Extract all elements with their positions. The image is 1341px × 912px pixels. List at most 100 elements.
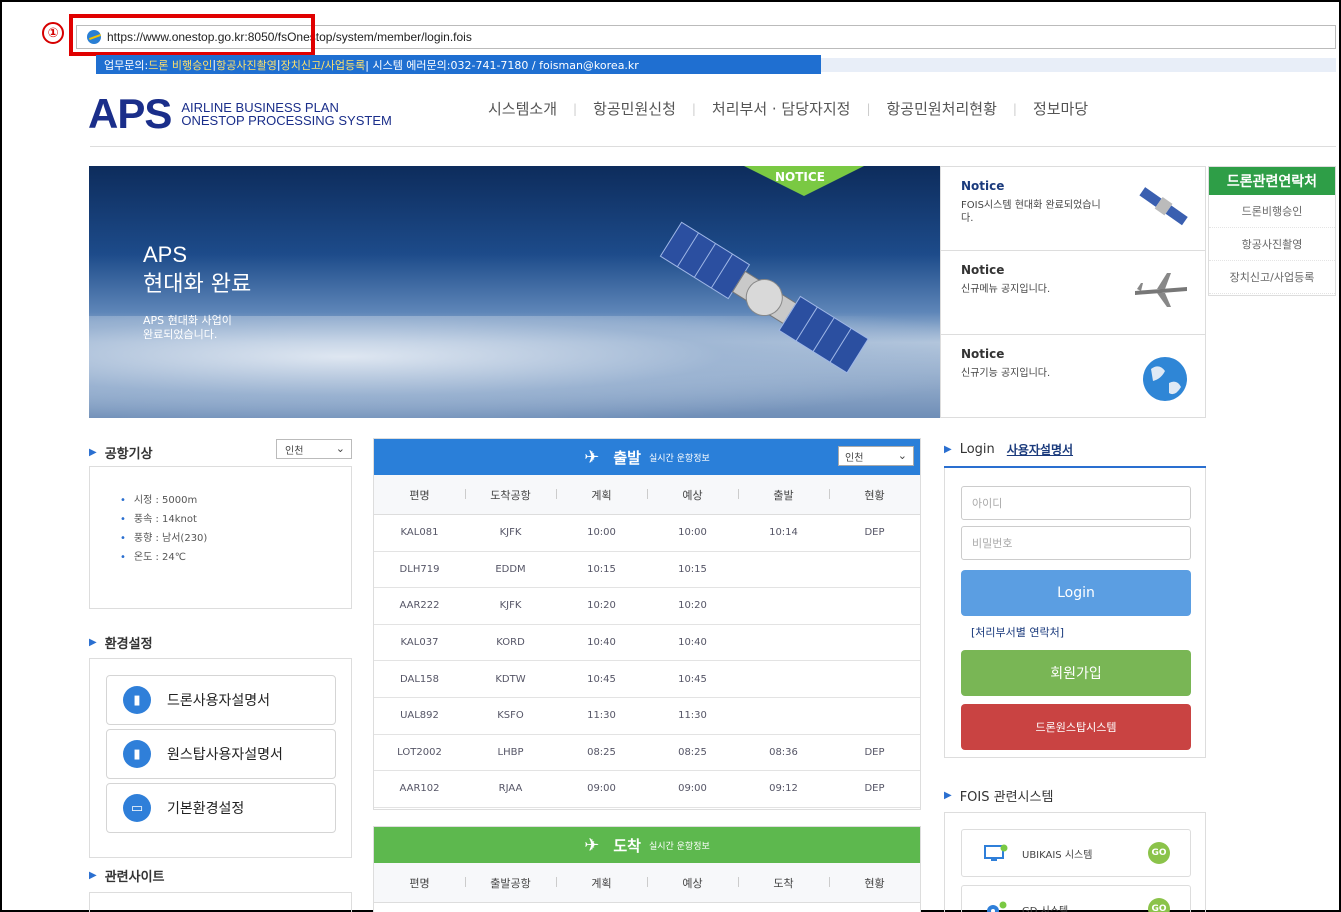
info-link-drone[interactable]: 드론 비행승인 [148, 57, 212, 73]
related-sites-title: ▶ 관련사이트 [89, 866, 165, 885]
column-header: 도착공항 [465, 487, 556, 503]
nav-item-dept[interactable]: 처리부서 · 담당자지정 [712, 98, 851, 119]
env-title-label: 환경설정 [104, 637, 153, 652]
login-title-label: Login [959, 442, 995, 457]
default-settings-button[interactable]: ▭ 기본환경설정 [106, 783, 336, 833]
arrow-right-icon: ▶ [944, 444, 952, 455]
table-cell: 10:40 [678, 637, 707, 649]
airplane-icon [1135, 273, 1187, 307]
column-header: 출발 [738, 487, 829, 503]
table-cell: 10:15 [587, 563, 616, 575]
table-cell: DEP [864, 783, 885, 795]
table-row: DLH719 EDDM 10:15 10:15 [374, 552, 920, 589]
table-cell: KORD [496, 637, 525, 649]
weather-box: 시정 : 5000m 풍속 : 14knot 풍향 : 남서(230) 온도 :… [89, 466, 352, 609]
weather-airport-select[interactable]: 인천 ⌄ [276, 439, 352, 459]
monitor-icon: ▭ [123, 794, 151, 822]
table-cell: 09:00 [587, 783, 616, 795]
drone-contact-item[interactable]: 장치신고/사업등록 [1209, 261, 1335, 294]
nav-separator: | [691, 101, 696, 116]
column-header: 예상 [647, 487, 738, 503]
info-rest: | 시스템 에러문의:032-741-7180 / foisman@korea.… [365, 58, 639, 72]
table-cell: KDTW [495, 673, 526, 685]
user-manual-link[interactable]: 사용자설명서 [1007, 441, 1073, 458]
weather-item: 온도 : 24℃ [120, 548, 351, 567]
notice-item[interactable]: Notice 신규메뉴 공지입니다. [941, 251, 1205, 335]
notice-text: 신규메뉴 공지입니다. [961, 284, 1051, 295]
table-row: UAL892 KSFO 11:30 11:30 [374, 698, 920, 735]
table-cell: 10:15 [678, 563, 707, 575]
departure-airport-select[interactable]: 인천 ⌄ [838, 446, 914, 466]
nav-item-info[interactable]: 정보마당 [1033, 98, 1088, 119]
table-cell: 09:00 [678, 783, 707, 795]
table-cell: UAL892 [400, 710, 439, 722]
fois-item-ubikais[interactable]: UBIKAIS 시스템 GO [961, 829, 1191, 877]
column-header: 계획 [556, 875, 647, 891]
nav-item-status[interactable]: 항공민원처리현황 [886, 98, 996, 119]
header-divider [90, 146, 1336, 147]
onestop-manual-button[interactable]: ▮ 원스탑사용자설명서 [106, 729, 336, 779]
notice-item[interactable]: Notice FOIS시스템 현대화 완료되었습니다. [941, 167, 1205, 251]
info-strip-bg [821, 58, 1336, 72]
dept-contact-link[interactable]: [처리부서별 연락처] [971, 624, 1064, 640]
id-input[interactable]: 아이디 [961, 486, 1191, 520]
main-banner[interactable]: APS 현대화 완료 APS 현대화 사업이 완료되었습니다. NOTICE [89, 166, 940, 418]
arrival-panel: ✈ 도착 실시간 운항정보 편명 출발공항 계획 예상 도착 현황 [373, 826, 921, 912]
column-header: 편명 [409, 876, 430, 890]
info-link-aerial[interactable]: 항공사진촬영 [216, 57, 277, 73]
drone-manual-button[interactable]: ▮ 드론사용자설명서 [106, 675, 336, 725]
table-cell: 10:45 [587, 673, 616, 685]
nav-item-system-intro[interactable]: 시스템소개 [488, 98, 557, 119]
gear-icon [984, 900, 1008, 912]
weather-item: 풍속 : 14knot [120, 510, 351, 529]
related-sites-box [89, 892, 352, 912]
login-box: 아이디 비밀번호 Login [처리부서별 연락처] 회원가입 드론원스탑시스템 [944, 468, 1206, 758]
satellite-icon [1139, 187, 1188, 226]
column-header: 도착 [738, 875, 829, 891]
banner-desc-line2: 완료되었습니다. [143, 328, 218, 341]
table-cell: 08:25 [678, 746, 707, 758]
info-link-device[interactable]: 장치신고/사업등록 [281, 57, 366, 73]
login-button[interactable]: Login [961, 570, 1191, 616]
go-button[interactable]: GO [1148, 842, 1170, 864]
notice-item[interactable]: Notice 신규기능 공지입니다. [941, 335, 1205, 419]
drone-contact-item[interactable]: 항공사진촬영 [1209, 228, 1335, 261]
table-cell: LOT2002 [397, 746, 442, 758]
table-cell: 09:12 [769, 783, 798, 795]
env-box: ▮ 드론사용자설명서 ▮ 원스탑사용자설명서 ▭ 기본환경설정 [89, 658, 352, 858]
table-cell: 10:20 [587, 600, 616, 612]
drone-contact-panel: 드론관련연락처 드론비행승인 항공사진촬영 장치신고/사업등록 [1208, 166, 1336, 296]
fois-item-gd[interactable]: GD 시스템 GO [961, 885, 1191, 912]
notice-text: FOIS시스템 현대화 완료되었습니다. [961, 200, 1101, 224]
fois-item-label: GD 시스템 [1022, 905, 1069, 912]
fois-title: ▶ FOIS 관련시스템 [944, 786, 1053, 805]
info-strip: 업무문의: 드론 비행승인 | 항공사진촬영 | 장치신고/사업등록 | 시스템… [96, 55, 821, 74]
go-button[interactable]: GO [1148, 898, 1170, 912]
monitor-gear-icon [984, 844, 1008, 862]
column-header: 예상 [647, 875, 738, 891]
table-cell: KAL037 [400, 637, 439, 649]
nav-item-apply[interactable]: 항공민원신청 [593, 98, 676, 119]
password-input[interactable]: 비밀번호 [961, 526, 1191, 560]
table-cell: DAL158 [399, 673, 440, 685]
site-logo[interactable]: APS AIRLINE BUSINESS PLAN ONESTOP PROCES… [88, 90, 392, 138]
join-button[interactable]: 회원가입 [961, 650, 1191, 696]
table-cell: 10:40 [587, 637, 616, 649]
column-header: 현황 [829, 875, 920, 891]
logo-subtitle: AIRLINE BUSINESS PLAN ONESTOP PROCESSING… [181, 101, 391, 127]
drone-contact-item[interactable]: 드론비행승인 [1209, 195, 1335, 228]
chevron-down-icon: ⌄ [897, 449, 907, 462]
weather-title: ▶ 공항기상 [89, 443, 153, 462]
arrival-header: ✈ 도착 실시간 운항정보 [374, 827, 920, 863]
weather-item: 풍향 : 남서(230) [120, 529, 351, 548]
table-cell: 10:20 [678, 600, 707, 612]
info-prefix: 업무문의: [104, 58, 149, 72]
drone-onestop-button[interactable]: 드론원스탑시스템 [961, 704, 1191, 750]
table-cell: 10:00 [587, 527, 616, 539]
nav-separator: | [1012, 101, 1017, 116]
departure-sub: 실시간 운항정보 [648, 453, 710, 464]
departure-plane-icon: ✈ [584, 446, 600, 468]
departure-select-value: 인천 [845, 452, 864, 464]
table-cell: 08:25 [587, 746, 616, 758]
arrival-label: 도착 [613, 836, 641, 855]
